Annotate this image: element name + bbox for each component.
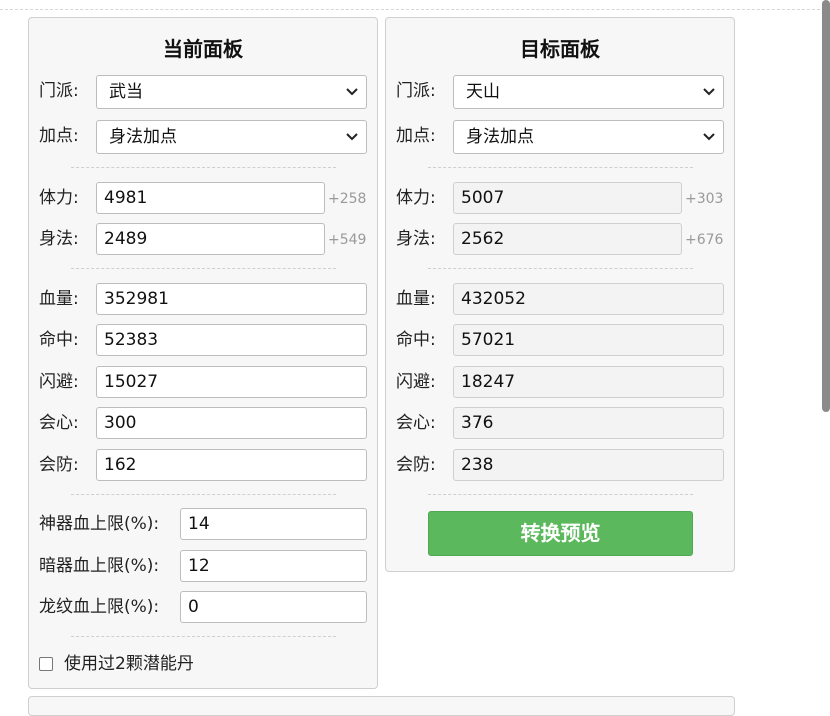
current-point-value: 身法加点 — [109, 127, 177, 147]
convert-preview-button[interactable]: 转换预览 — [428, 511, 693, 556]
target-stat-label: 血量: — [396, 289, 436, 309]
target-agility-field: 2562 — [453, 223, 682, 255]
target-school-value: 天山 — [466, 82, 500, 102]
current-stamina-bonus: +258 — [328, 191, 367, 207]
artifact-hp-limit-input[interactable]: 14 — [180, 508, 367, 540]
divider — [428, 167, 693, 168]
target-hp-field: 432052 — [453, 283, 724, 315]
current-point-select[interactable]: 身法加点 — [96, 120, 367, 154]
target-school-select[interactable]: 天山 — [453, 75, 724, 109]
chevron-down-icon — [346, 133, 358, 141]
target-point-label: 加点: — [396, 126, 436, 146]
current-hp-input[interactable]: 352981 — [96, 283, 367, 315]
current-limit-label: 暗器血上限(%): — [39, 556, 160, 576]
target-school-label: 门派: — [396, 81, 436, 101]
current-attr-label: 体力: — [39, 188, 79, 208]
target-attr-label: 身法: — [396, 229, 436, 249]
current-agility-input[interactable]: 2489 — [96, 223, 325, 255]
current-crit-input[interactable]: 300 — [96, 407, 367, 439]
target-crit-defense-field: 238 — [453, 449, 724, 481]
target-stat-label: 闪避: — [396, 372, 436, 392]
current-school-select[interactable]: 武当 — [96, 75, 367, 109]
chevron-down-icon — [346, 88, 358, 96]
current-stat-label: 闪避: — [39, 372, 79, 392]
page-scrollbar[interactable] — [822, 0, 830, 709]
target-point-value: 身法加点 — [466, 127, 534, 147]
dragon-pattern-hp-limit-input[interactable]: 0 — [180, 591, 367, 623]
divider — [71, 494, 336, 495]
current-stat-label: 命中: — [39, 330, 79, 350]
hidden-weapon-hp-limit-input[interactable]: 12 — [180, 550, 367, 582]
target-point-select[interactable]: 身法加点 — [453, 120, 724, 154]
target-panel: 目标面板 门派: 天山 加点: 身法加点 体力: 5007 +303 身法: 2… — [385, 17, 735, 572]
target-agility-bonus: +676 — [685, 232, 724, 248]
divider — [71, 636, 336, 637]
current-school-value: 武当 — [109, 82, 143, 102]
current-limit-label: 神器血上限(%): — [39, 514, 160, 534]
current-dodge-input[interactable]: 15027 — [96, 366, 367, 398]
chevron-down-icon — [703, 88, 715, 96]
divider — [428, 268, 693, 269]
divider — [428, 494, 693, 495]
current-school-label: 门派: — [39, 81, 79, 101]
current-stat-label: 会心: — [39, 413, 79, 433]
current-stamina-input[interactable]: 4981 — [96, 182, 325, 214]
top-divider — [0, 9, 830, 10]
divider — [71, 167, 336, 168]
target-dodge-field: 18247 — [453, 366, 724, 398]
target-stat-label: 命中: — [396, 330, 436, 350]
bottom-panel — [28, 696, 735, 716]
current-point-label: 加点: — [39, 126, 79, 146]
current-attr-label: 身法: — [39, 229, 79, 249]
target-stamina-field: 5007 — [453, 182, 682, 214]
chevron-down-icon — [703, 133, 715, 141]
current-panel: 当前面板 门派: 武当 加点: 身法加点 体力: 4981 +258 身法: 2… — [28, 17, 378, 689]
target-stamina-bonus: +303 — [685, 191, 724, 207]
current-stat-label: 会防: — [39, 455, 79, 475]
potential-pill-label[interactable]: 使用过2颗潜能丹 — [64, 652, 194, 676]
scrollbar-thumb[interactable] — [822, 0, 830, 412]
current-panel-title: 当前面板 — [163, 37, 243, 61]
current-hit-input[interactable]: 52383 — [96, 324, 367, 356]
current-crit-defense-input[interactable]: 162 — [96, 449, 367, 481]
potential-pill-checkbox[interactable] — [39, 657, 53, 671]
target-crit-field: 376 — [453, 407, 724, 439]
current-limit-label: 龙纹血上限(%): — [39, 597, 160, 617]
current-agility-bonus: +549 — [328, 232, 367, 248]
target-hit-field: 57021 — [453, 324, 724, 356]
divider — [71, 268, 336, 269]
target-panel-title: 目标面板 — [520, 37, 600, 61]
target-stat-label: 会心: — [396, 413, 436, 433]
target-attr-label: 体力: — [396, 188, 436, 208]
current-stat-label: 血量: — [39, 289, 79, 309]
target-stat-label: 会防: — [396, 455, 436, 475]
